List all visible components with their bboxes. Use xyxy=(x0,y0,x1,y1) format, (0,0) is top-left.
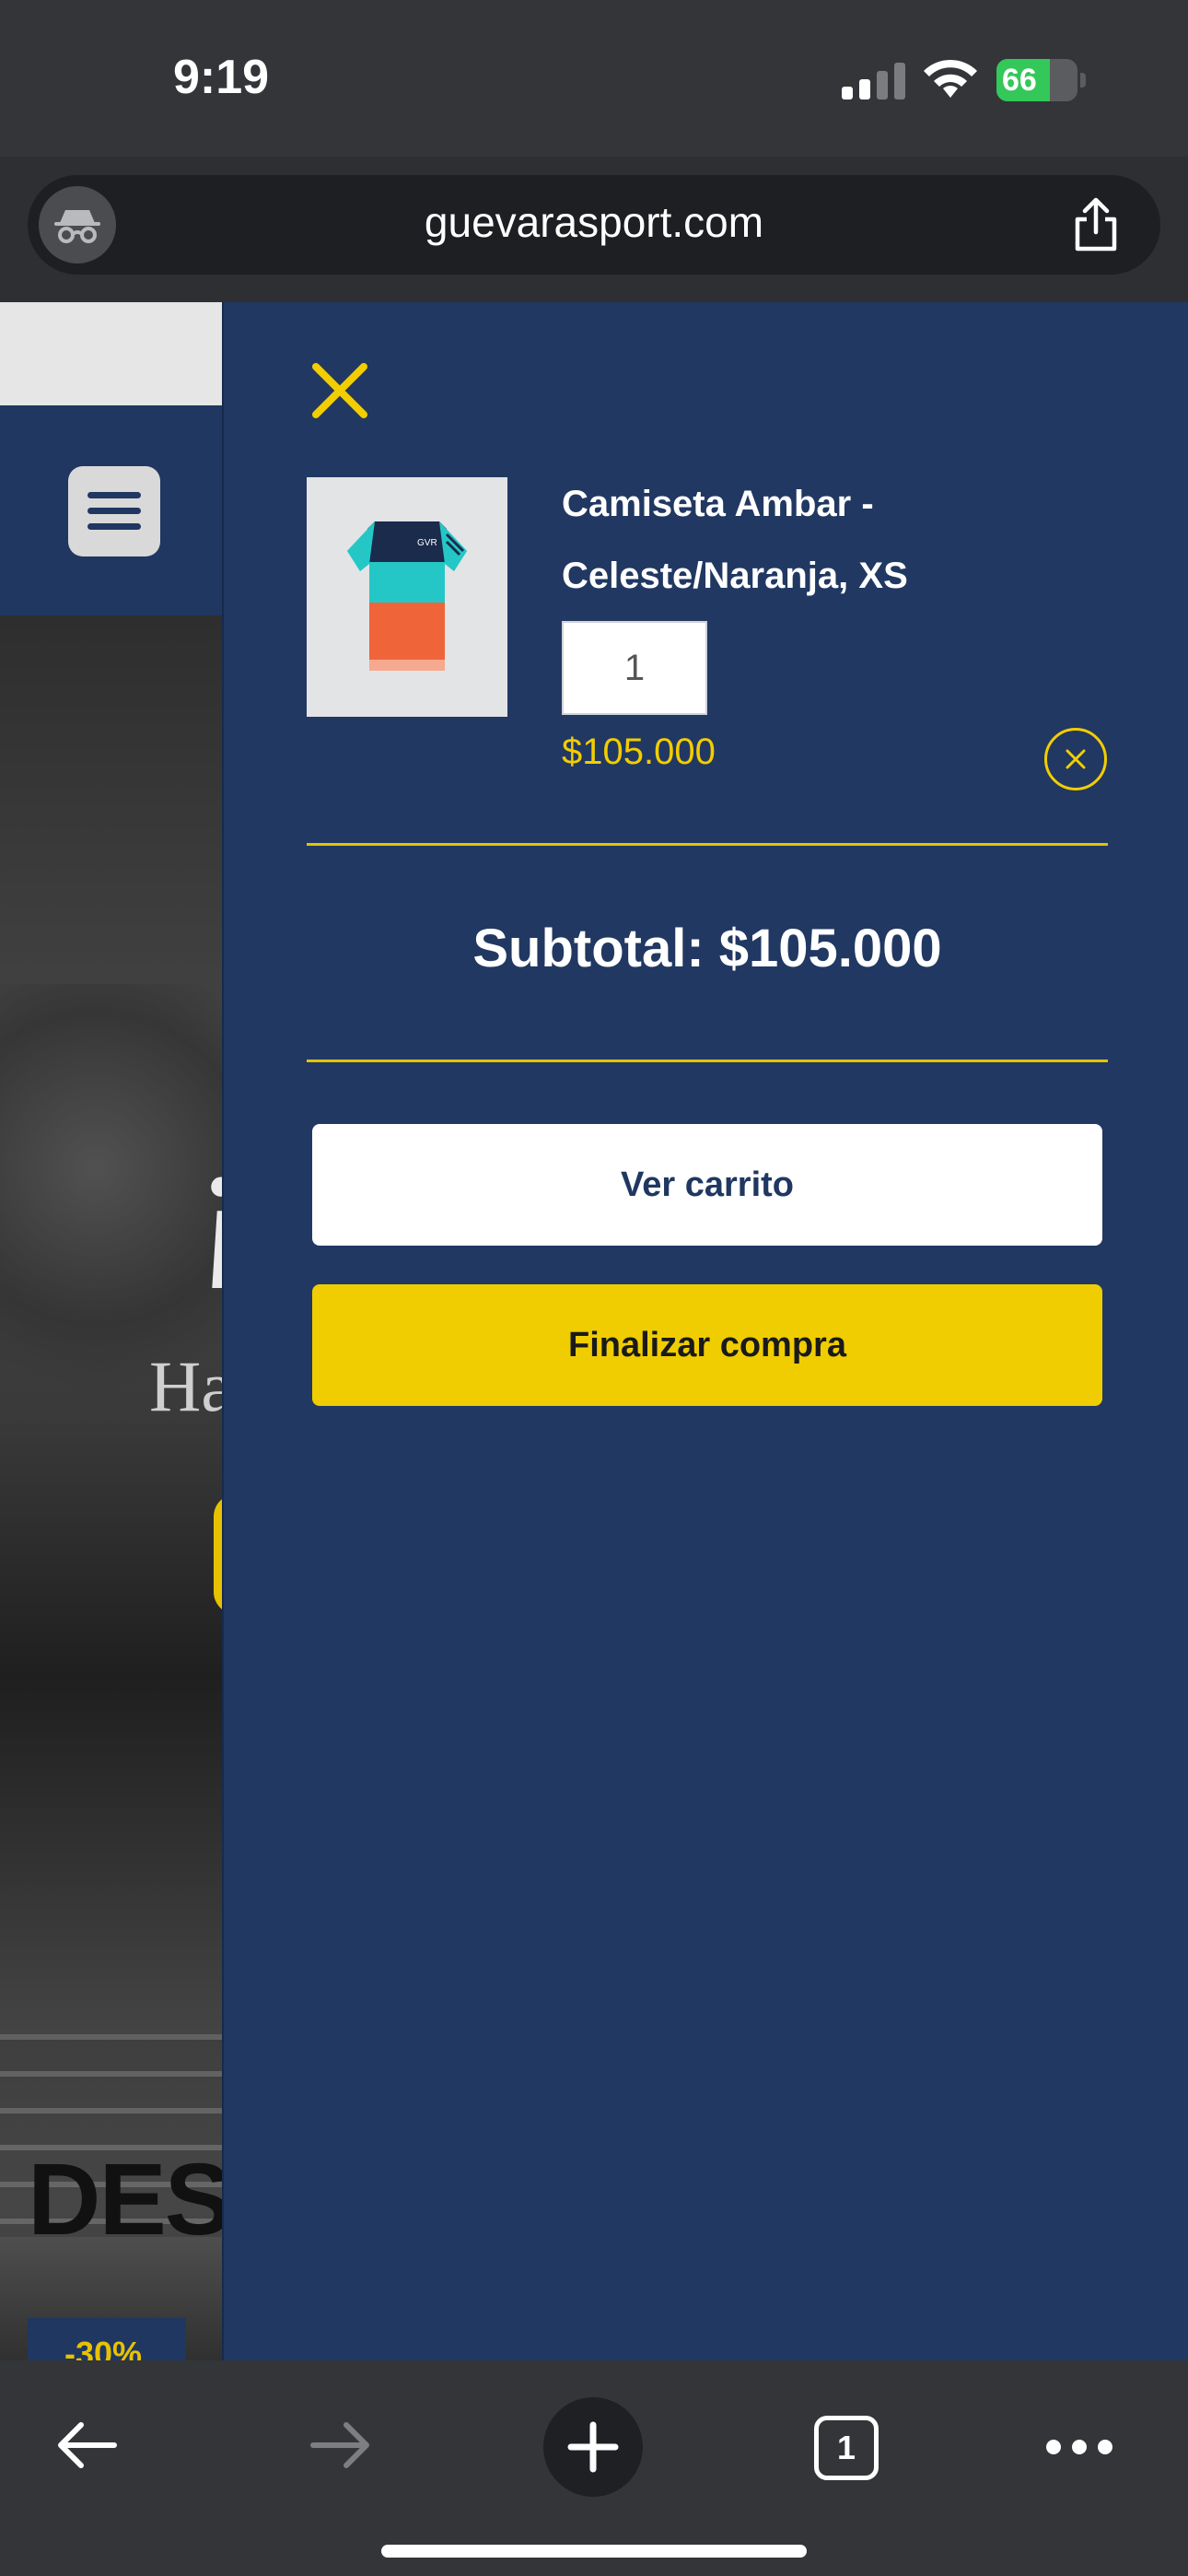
clock: 9:19 xyxy=(173,51,270,104)
url-text[interactable]: guevarasport.com xyxy=(28,197,1160,247)
close-icon[interactable] xyxy=(307,357,373,424)
hamburger-menu-button[interactable] xyxy=(68,466,160,556)
remove-circle-icon xyxy=(1066,749,1086,769)
cellular-signal-icon xyxy=(842,63,905,100)
product-thumbnail[interactable]: GVR xyxy=(307,477,507,717)
tabs-button[interactable]: 1 xyxy=(814,2416,879,2480)
home-indicator[interactable] xyxy=(381,2545,807,2558)
cart-item-name[interactable]: Camiseta Ambar - Celeste/Naranja, XS xyxy=(562,468,1077,612)
more-icon[interactable] xyxy=(1044,2436,1114,2458)
new-tab-button[interactable] xyxy=(543,2397,643,2497)
hamburger-icon xyxy=(87,492,141,530)
cart-item-price: $105.000 xyxy=(562,732,716,772)
hero-subtitle: Ha xyxy=(149,1346,233,1426)
status-bar: 9:19 66 xyxy=(0,0,1188,157)
discount-badge: -30% xyxy=(28,2318,186,2360)
wifi-icon xyxy=(924,59,977,98)
plus-icon xyxy=(567,2421,619,2473)
quantity-input[interactable]: 1 xyxy=(562,621,707,715)
browser-toolbar: 1 xyxy=(0,2360,1188,2576)
share-icon[interactable] xyxy=(1070,197,1122,252)
view-cart-button[interactable]: Ver carrito xyxy=(312,1124,1102,1246)
cart-subtotal: Subtotal: $105.000 xyxy=(472,919,942,978)
divider xyxy=(307,843,1108,846)
battery-percent: 66 xyxy=(1002,63,1037,98)
svg-text:GVR: GVR xyxy=(417,538,437,548)
back-arrow-icon[interactable] xyxy=(53,2418,120,2473)
battery-indicator: 66 xyxy=(996,59,1086,101)
cart-drawer: GVR Camiseta Ambar - Celeste/Naranja, XS… xyxy=(222,302,1188,2360)
jersey-image: GVR xyxy=(347,521,467,671)
divider xyxy=(307,1060,1108,1062)
checkout-button[interactable]: Finalizar compra xyxy=(312,1284,1102,1406)
remove-item-button[interactable] xyxy=(1044,728,1107,790)
forward-arrow-icon[interactable] xyxy=(308,2418,374,2473)
section-heading: DES xyxy=(28,2143,232,2256)
address-bar[interactable]: guevarasport.com xyxy=(28,175,1160,275)
